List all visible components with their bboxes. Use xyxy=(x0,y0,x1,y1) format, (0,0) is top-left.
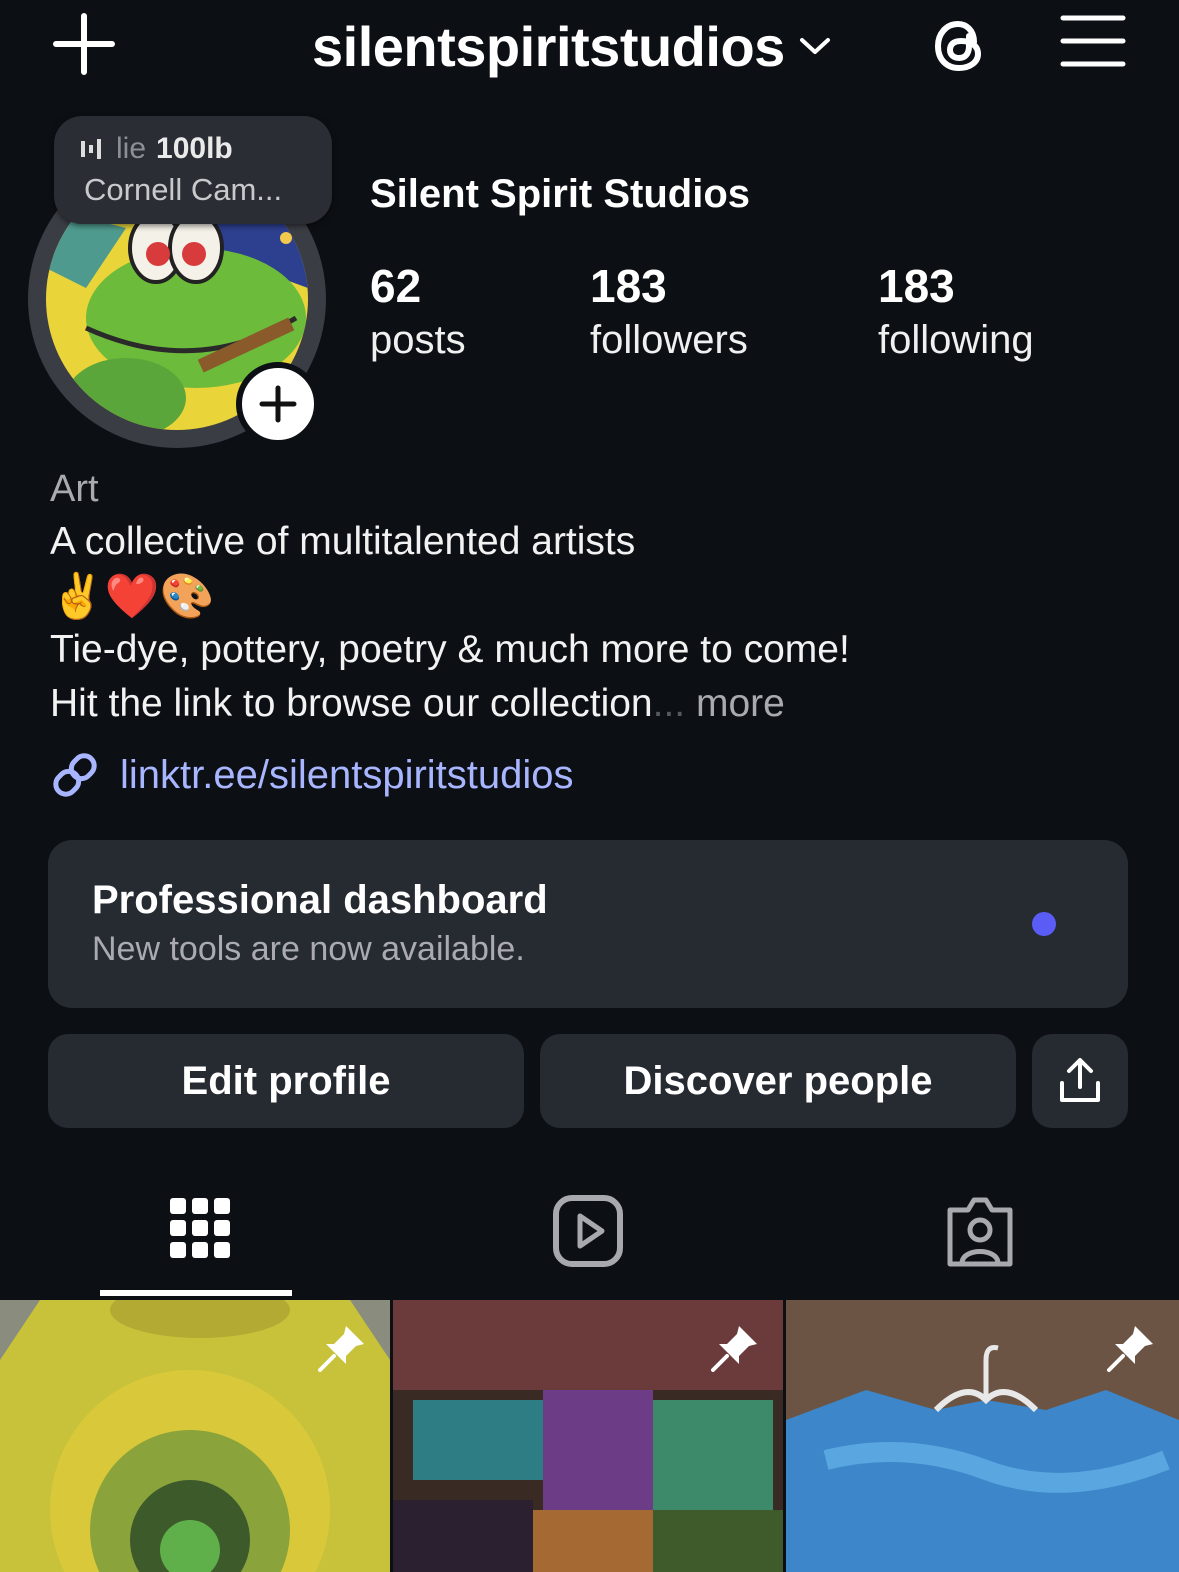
discover-people-button[interactable]: Discover people xyxy=(540,1034,1016,1128)
edit-profile-button[interactable]: Edit profile xyxy=(48,1034,524,1128)
tagged-icon[interactable] xyxy=(940,1190,1020,1274)
post-grid xyxy=(0,1300,1179,1572)
stat-label: posts xyxy=(370,318,466,362)
note-song-title: Cornell Cam... xyxy=(84,172,283,207)
post-thumbnail[interactable] xyxy=(786,1300,1179,1572)
note-song-fragment: lie xyxy=(116,132,147,165)
bio-link-text: linktr.ee/silentspiritstudios xyxy=(120,752,574,797)
pin-icon xyxy=(318,1326,364,1372)
stat-label: following xyxy=(878,318,1034,362)
professional-dashboard-card[interactable] xyxy=(48,840,1128,1008)
pin-icon xyxy=(711,1326,757,1372)
bio-line: Hit the link to browse our collection...… xyxy=(50,682,785,726)
audio-bars-icon xyxy=(81,139,101,159)
link-icon xyxy=(53,753,97,797)
bio-text: Hit the link to browse our collection xyxy=(50,682,653,725)
menu-icon[interactable] xyxy=(1060,14,1126,68)
note-artist: 100lb xyxy=(156,132,233,165)
stat-value: 183 xyxy=(590,260,667,312)
post-thumbnail[interactable] xyxy=(393,1300,783,1572)
notification-dot xyxy=(1032,912,1056,936)
post-thumbnail[interactable] xyxy=(0,1300,390,1572)
bio-ellipsis: ... xyxy=(652,682,686,725)
dashboard-title: Professional dashboard xyxy=(92,878,548,922)
grid-icon[interactable] xyxy=(160,1190,240,1274)
reels-icon[interactable] xyxy=(548,1190,628,1274)
stat-posts[interactable]: 62 posts xyxy=(370,258,466,366)
plus-icon[interactable] xyxy=(52,12,116,76)
account-switcher[interactable]: silentspiritstudios xyxy=(312,8,831,84)
stat-followers[interactable]: 183 followers xyxy=(590,258,748,366)
top-bar: silentspiritstudios xyxy=(0,0,1179,100)
display-name: Silent Spirit Studios xyxy=(370,172,751,216)
threads-icon[interactable] xyxy=(928,12,992,78)
bio-category: Art xyxy=(50,468,99,510)
bio-emojis: ✌️❤️🎨 xyxy=(50,572,215,621)
stat-label: followers xyxy=(590,318,748,362)
bio-line: A collective of multitalented artists xyxy=(50,520,636,563)
stat-following[interactable]: 183 following xyxy=(878,258,1034,366)
stat-value: 183 xyxy=(878,260,955,312)
bio-link[interactable]: linktr.ee/silentspiritstudios xyxy=(48,748,574,802)
note-music-line: lie 100lb xyxy=(80,132,233,166)
bio-more-link[interactable]: more xyxy=(696,682,785,725)
share-profile-button[interactable] xyxy=(1032,1034,1128,1128)
share-icon xyxy=(1060,1058,1100,1102)
active-tab-indicator xyxy=(100,1290,292,1296)
plus-icon xyxy=(259,385,297,423)
stat-value: 62 xyxy=(370,260,422,312)
dashboard-subtitle: New tools are now available. xyxy=(92,930,525,968)
chevron-down-icon xyxy=(799,38,830,54)
pin-icon xyxy=(1107,1326,1153,1372)
add-story-button[interactable] xyxy=(236,362,320,446)
username: silentspiritstudios xyxy=(312,14,785,78)
bio-line: Tie-dye, pottery, poetry & much more to … xyxy=(50,628,850,671)
